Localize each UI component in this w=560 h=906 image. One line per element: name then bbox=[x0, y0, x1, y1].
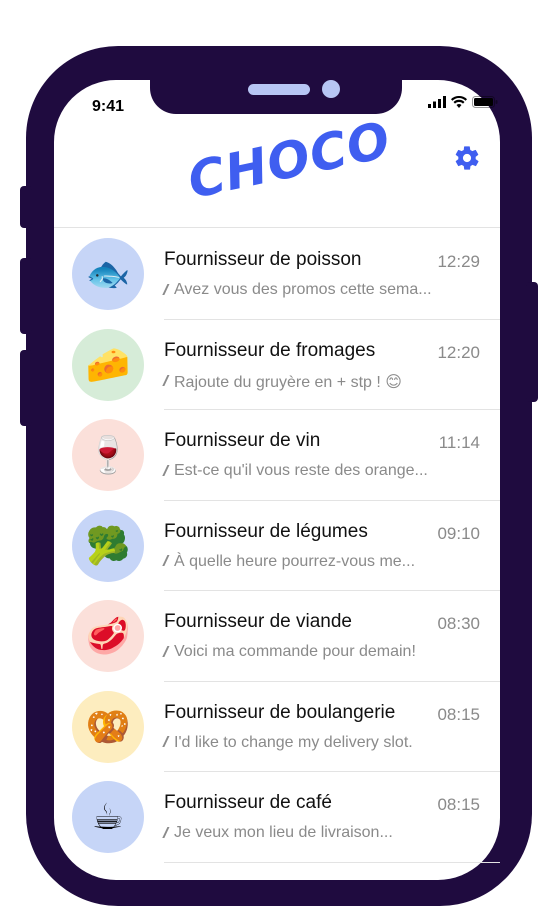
chat-time: 11:14 bbox=[438, 433, 480, 452]
chat-preview-text: Rajoute du gruyère en + stp ! 😊 bbox=[174, 373, 402, 391]
volume-down-button bbox=[20, 350, 32, 426]
camera bbox=[322, 80, 340, 98]
wifi-icon bbox=[451, 96, 467, 108]
broccoli-icon: 🥦 bbox=[72, 509, 144, 582]
chat-preview-text: Je veux mon lieu de livraison... bbox=[174, 824, 393, 841]
wine-icon: 🍷 bbox=[72, 419, 144, 491]
chat-name: Fournisseur de vin bbox=[164, 430, 321, 451]
chat-preview: //Voici ma commande pour demain! bbox=[164, 643, 484, 661]
pretzel-icon: 🥨 bbox=[72, 690, 144, 763]
chat-name: Fournisseur de café bbox=[164, 792, 332, 813]
cheese-icon: 🧀 bbox=[72, 328, 144, 401]
row-divider bbox=[164, 861, 500, 863]
chat-preview-text: Voici ma commande pour demain! bbox=[174, 643, 416, 660]
speaker bbox=[248, 84, 310, 95]
chat-preview: //À quelle heure pourrez-vous me... bbox=[164, 553, 484, 571]
power-button bbox=[526, 282, 538, 402]
chat-row[interactable]: 🥩 Fournisseur de viande 08:30 //Voici ma… bbox=[54, 591, 500, 682]
chat-name: Fournisseur de poisson bbox=[164, 249, 362, 270]
gear-icon[interactable] bbox=[453, 144, 481, 172]
chat-name: Fournisseur de viande bbox=[164, 611, 352, 632]
chat-preview-text: À quelle heure pourrez-vous me... bbox=[174, 552, 416, 570]
fish-icon: 🐟 bbox=[72, 238, 144, 310]
chat-time: 08:15 bbox=[437, 704, 480, 724]
chat-time: 09:10 bbox=[437, 523, 480, 543]
header-divider bbox=[54, 227, 500, 228]
chat-name: Fournisseur de boulangerie bbox=[164, 701, 396, 723]
chat-list: 🐟 Fournisseur de poisson 12:29 //Avez vo… bbox=[54, 229, 500, 863]
chat-preview-text: I'd like to change my delivery slot. bbox=[174, 733, 413, 751]
chat-name: Fournisseur de légumes bbox=[164, 520, 368, 542]
chat-preview: //Est-ce qu'il vous reste des orange... bbox=[164, 462, 484, 480]
chat-row[interactable]: 🥨 Fournisseur de boulangerie 08:15 //I'd… bbox=[54, 682, 500, 772]
chat-time: 12:29 bbox=[437, 252, 480, 271]
signal-icon bbox=[428, 96, 446, 108]
chat-row[interactable]: ☕ Fournisseur de café 08:15 //Je veux mo… bbox=[54, 772, 500, 863]
chat-preview: //Rajoute du gruyère en + stp ! 😊 bbox=[164, 372, 484, 392]
chat-time: 08:15 bbox=[437, 795, 480, 814]
chat-preview: //Avez vous des promos cette sema... bbox=[164, 281, 484, 299]
coffee-icon: ☕ bbox=[72, 781, 144, 853]
chat-time: 08:30 bbox=[437, 614, 480, 633]
chat-time: 12:20 bbox=[437, 342, 480, 362]
chat-name: Fournisseur de fromages bbox=[164, 339, 376, 361]
volume-up-button bbox=[20, 258, 32, 334]
chat-row[interactable]: 🥦 Fournisseur de légumes 09:10 //À quell… bbox=[54, 501, 500, 591]
mute-switch bbox=[20, 186, 32, 228]
battery-icon bbox=[472, 96, 498, 108]
chat-preview-text: Avez vous des promos cette sema... bbox=[174, 281, 432, 298]
chat-row[interactable]: 🍷 Fournisseur de vin 11:14 //Est-ce qu'i… bbox=[54, 410, 500, 501]
chat-preview: //I'd like to change my delivery slot. bbox=[164, 734, 484, 752]
chat-preview: //Je veux mon lieu de livraison... bbox=[164, 824, 484, 842]
status-icons bbox=[428, 96, 498, 108]
chat-row[interactable]: 🧀 Fournisseur de fromages 12:20 //Rajout… bbox=[54, 320, 500, 410]
status-time: 9:41 bbox=[92, 98, 125, 115]
meat-icon: 🥩 bbox=[72, 600, 144, 672]
chat-row[interactable]: 🐟 Fournisseur de poisson 12:29 //Avez vo… bbox=[54, 229, 500, 320]
chat-preview-text: Est-ce qu'il vous reste des orange... bbox=[174, 462, 428, 479]
